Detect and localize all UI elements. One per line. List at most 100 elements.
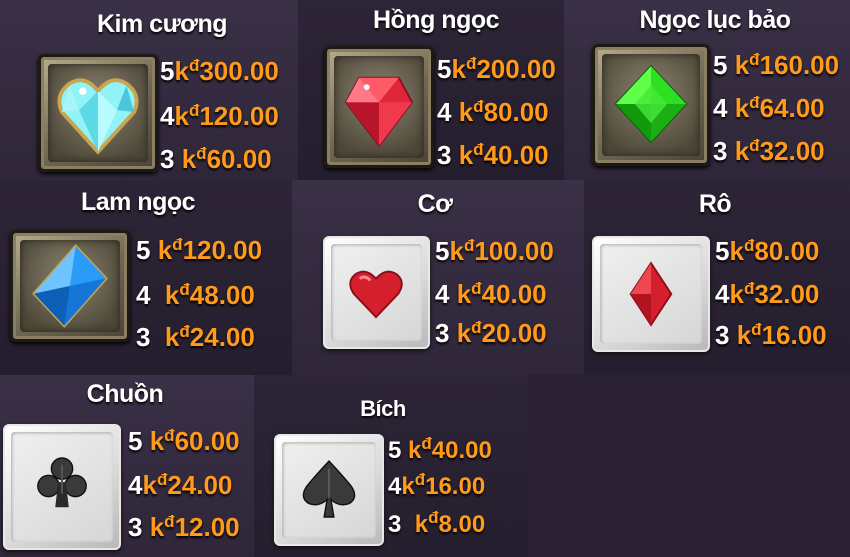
currency-d: đ xyxy=(471,279,482,298)
pay-count: 3 xyxy=(160,144,175,174)
currency-k: k xyxy=(174,101,189,131)
currency-k: k xyxy=(456,279,472,309)
currency-d: đ xyxy=(196,144,207,163)
pay-row: 3 kđ16.00 xyxy=(715,320,827,354)
pay-row: 3 kđ24.00 xyxy=(136,322,255,356)
symbol-title-bich: Bích xyxy=(360,396,406,421)
currency-k: k xyxy=(149,426,165,456)
pay-count: 3 xyxy=(437,140,452,170)
currency-d: đ xyxy=(188,101,200,120)
pay-count: 4 xyxy=(435,279,450,309)
currency-k: k xyxy=(408,437,422,464)
currency-d: đ xyxy=(179,280,190,299)
pay-amount: 40.00 xyxy=(431,437,492,464)
pay-amount: 80.00 xyxy=(754,236,820,266)
currency-k: k xyxy=(729,279,744,309)
currency-k: k xyxy=(142,470,157,500)
pay-row: 5 kđ40.00 xyxy=(388,434,492,468)
pay-amount: 100.00 xyxy=(474,236,554,266)
currency-k: k xyxy=(729,236,744,266)
pay-amount: 60.00 xyxy=(206,144,272,174)
pay-row: 4 kđ80.00 xyxy=(437,97,549,131)
symbol-title-ro: Rô xyxy=(698,190,732,218)
currency-d: đ xyxy=(421,434,432,453)
symbol-title-kim-cuong: Kim cương xyxy=(97,10,228,38)
heart-suit-icon xyxy=(323,236,430,349)
pay-row: 5kđ300.00 xyxy=(160,56,279,90)
pay-row: 3 kđ60.00 xyxy=(160,144,272,178)
pay-row: 4kđ16.00 xyxy=(388,470,486,504)
pay-count: 5 xyxy=(713,50,728,80)
pay-amount: 200.00 xyxy=(476,54,556,84)
pay-count: 5 xyxy=(388,437,402,464)
currency-d: đ xyxy=(179,322,190,341)
pay-count: 5 xyxy=(437,54,452,84)
pay-row: 4 kđ64.00 xyxy=(713,93,825,127)
pay-amount: 12.00 xyxy=(174,512,240,542)
currency-k: k xyxy=(734,136,750,166)
currency-k: k xyxy=(174,56,189,86)
pay-count: 5 xyxy=(160,56,175,86)
pay-count: 4 xyxy=(160,101,175,131)
pay-amount: 40.00 xyxy=(481,279,547,309)
currency-k: k xyxy=(458,97,474,127)
pay-amount: 64.00 xyxy=(759,93,825,123)
pay-row: 3 kđ8.00 xyxy=(388,508,486,542)
pay-amount: 16.00 xyxy=(761,320,827,350)
pay-row: 5kđ200.00 xyxy=(437,54,556,88)
ruby-gem-icon xyxy=(324,46,434,168)
pay-count: 4 xyxy=(388,473,402,500)
currency-d: đ xyxy=(164,426,175,445)
pay-row: 5 kđ120.00 xyxy=(136,235,262,269)
symbol-title-hong-ngoc: Hồng ngọc xyxy=(372,6,500,34)
pay-amount: 32.00 xyxy=(754,279,820,309)
currency-k: k xyxy=(414,511,429,538)
pay-count: 4 xyxy=(437,97,452,127)
currency-d: đ xyxy=(743,279,755,298)
currency-d: đ xyxy=(156,470,168,489)
pay-amount: 20.00 xyxy=(481,318,547,348)
currency-d: đ xyxy=(749,93,760,112)
currency-k: k xyxy=(734,50,750,80)
currency-k: k xyxy=(451,54,466,84)
pay-count: 4 xyxy=(136,280,151,310)
pay-row: 3 kđ12.00 xyxy=(128,512,240,546)
currency-d: đ xyxy=(749,50,760,69)
pay-row: 4 kđ48.00 xyxy=(136,280,255,314)
pay-row: 5kđ80.00 xyxy=(715,236,819,270)
spade-suit-icon xyxy=(274,434,384,546)
currency-d: đ xyxy=(428,508,439,527)
currency-d: đ xyxy=(473,97,484,116)
currency-d: đ xyxy=(414,470,426,489)
diamond-heart-gem-icon xyxy=(38,54,158,172)
pay-amount: 120.00 xyxy=(199,101,279,131)
pay-amount: 120.00 xyxy=(182,235,263,265)
currency-d: đ xyxy=(473,140,484,159)
pay-count: 4 xyxy=(128,470,143,500)
currency-k: k xyxy=(458,140,474,170)
pay-count: 3 xyxy=(128,512,143,542)
currency-d: đ xyxy=(743,236,755,255)
pay-amount: 40.00 xyxy=(483,140,549,170)
pay-row: 4kđ24.00 xyxy=(128,470,232,504)
pay-amount: 8.00 xyxy=(438,511,486,538)
pay-amount: 16.00 xyxy=(425,473,486,500)
pay-amount: 48.00 xyxy=(189,280,255,310)
symbol-title-lam-ngoc: Lam ngọc xyxy=(80,188,196,216)
currency-d: đ xyxy=(751,320,762,339)
symbol-title-ngoc-luc-bao: Ngọc lục bảo xyxy=(639,6,791,34)
pay-count: 3 xyxy=(435,318,450,348)
currency-d: đ xyxy=(172,235,183,254)
pay-row: 3 kđ20.00 xyxy=(435,318,547,352)
pay-row: 4kđ120.00 xyxy=(160,101,279,135)
emerald-gem-icon xyxy=(592,44,710,166)
pay-count: 5 xyxy=(715,236,730,266)
pay-amount: 300.00 xyxy=(199,56,279,86)
currency-d: đ xyxy=(749,136,760,155)
pay-row: 3 kđ32.00 xyxy=(713,136,825,170)
club-suit-icon xyxy=(3,424,121,550)
currency-d: đ xyxy=(471,318,482,337)
pay-amount: 60.00 xyxy=(174,426,240,456)
currency-k: k xyxy=(456,318,472,348)
currency-d: đ xyxy=(465,54,477,73)
